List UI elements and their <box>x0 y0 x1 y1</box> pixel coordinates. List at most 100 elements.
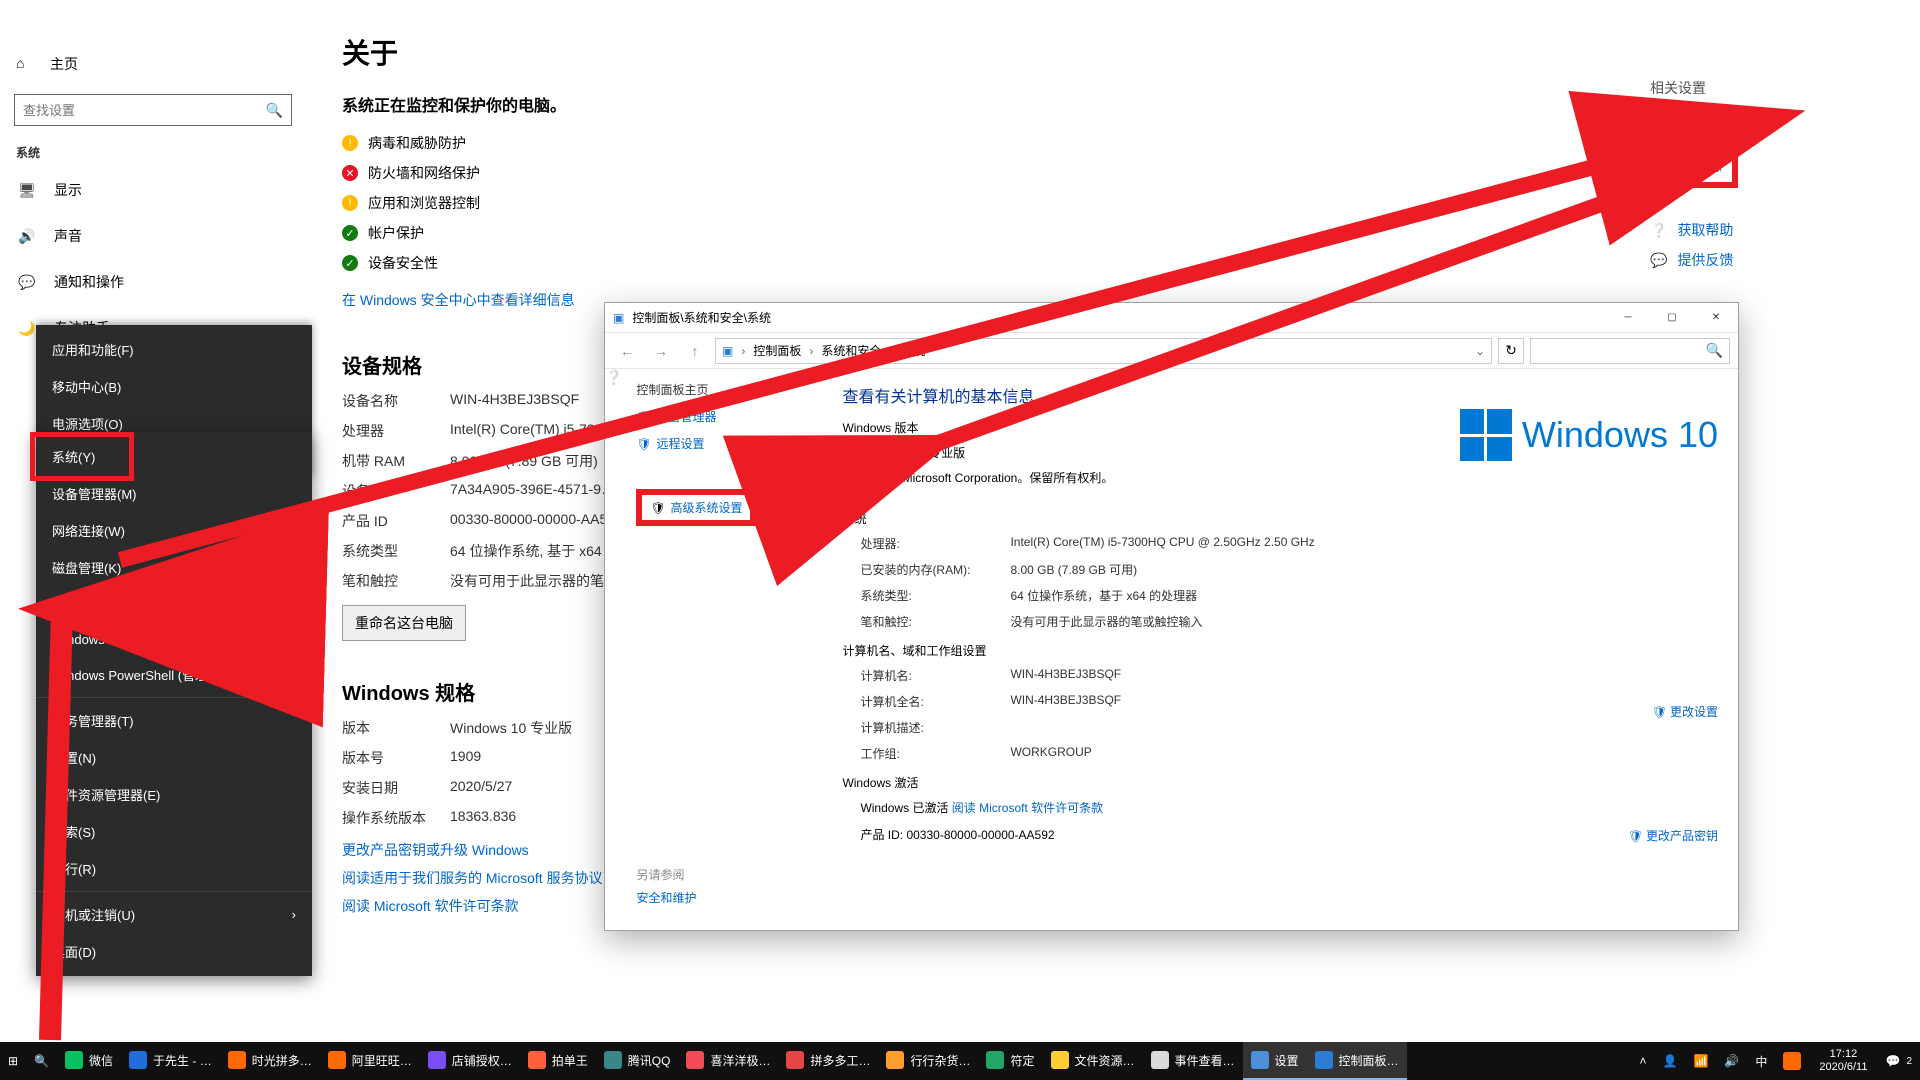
taskbar-app[interactable]: 微信 <box>57 1042 121 1080</box>
rename-pc-button[interactable]: 重命名这台电脑 <box>342 605 466 641</box>
windows-icon: ⊞ <box>8 1054 18 1068</box>
app-icon <box>686 1051 704 1069</box>
taskbar-app[interactable]: 事件查看… <box>1143 1042 1243 1080</box>
change-product-key-link[interactable]: 🛡更改产品密钥 <box>1628 827 1718 844</box>
sound-icon: 🔊 <box>18 227 36 245</box>
app-label: 符定 <box>1010 1052 1034 1069</box>
product-id-key: 产品 ID: <box>860 828 903 842</box>
taskbar-app[interactable]: 喜洋洋极… <box>678 1042 778 1080</box>
taskbar: ⊞ 🔍 微信 于先生 - … 时光拼多… 阿里旺旺… 店铺授权… 拍单王 腾讯QQ 喜洋洋极…… <box>0 1042 1920 1080</box>
app-label: 阿里旺旺… <box>352 1052 412 1069</box>
tray-sogou-icon[interactable] <box>1775 1042 1809 1080</box>
notify-icon: 💬 <box>18 273 36 291</box>
bitlocker-link[interactable]: BitLocker 设置 <box>1650 110 1880 130</box>
taskbar-app[interactable]: 腾讯QQ <box>596 1042 679 1080</box>
chevron-right-icon: › <box>292 907 296 922</box>
taskbar-app[interactable]: 符定 <box>978 1042 1042 1080</box>
license-terms-link[interactable]: 阅读 Microsoft 软件许可条款 <box>952 801 1103 815</box>
app-icon <box>129 1051 147 1069</box>
taskbar-app[interactable]: 拍单王 <box>520 1042 596 1080</box>
security-maintenance-link[interactable]: 安全和维护 <box>636 889 818 906</box>
taskbar-search-button[interactable]: 🔍 <box>26 1042 57 1080</box>
spec-key: 计算机名: <box>860 667 1010 684</box>
app-icon <box>428 1051 446 1069</box>
home-button[interactable]: ⌂ 主页 <box>0 44 322 84</box>
app-label: 于先生 - … <box>153 1052 212 1069</box>
spec-value: WIN-4H3BEJ3BSQF <box>1010 667 1718 684</box>
taskbar-app[interactable]: 文件资源… <box>1043 1042 1143 1080</box>
app-label: 店铺授权… <box>452 1052 512 1069</box>
app-icon <box>328 1051 346 1069</box>
app-icon <box>1151 1051 1169 1069</box>
app-icon <box>1251 1051 1269 1069</box>
taskbar-app[interactable]: 设置 <box>1243 1042 1307 1080</box>
app-label: 文件资源… <box>1075 1052 1135 1069</box>
tray-wifi-icon[interactable]: 📶 <box>1685 1042 1716 1080</box>
display-icon: 🖥 <box>18 181 36 199</box>
tray-people-icon[interactable]: 👤 <box>1654 1042 1685 1080</box>
taskbar-app[interactable]: 于先生 - … <box>121 1042 220 1080</box>
taskbar-clock[interactable]: 17:12 2020/6/11 <box>1809 1048 1877 1073</box>
app-icon <box>786 1051 804 1069</box>
search-icon: 🔍 <box>34 1054 49 1068</box>
home-icon: ⌂ <box>16 55 34 73</box>
spec-value: 没有可用于此显示器的笔或触控输入 <box>1010 613 1718 630</box>
home-label: 主页 <box>50 54 78 74</box>
shield-icon: 🛡 <box>1652 705 1666 719</box>
app-icon <box>228 1051 246 1069</box>
taskbar-app[interactable]: 店铺授权… <box>420 1042 520 1080</box>
app-label: 拼多多工… <box>810 1052 870 1069</box>
settings-search-input[interactable] <box>23 103 257 118</box>
spec-key: 版本 <box>342 718 442 738</box>
activation-status: Windows 已激活 <box>860 801 951 815</box>
related-header: 相关设置 <box>1650 78 1880 98</box>
shield-icon: 🛡 <box>1628 829 1642 843</box>
spec-key: 笔和触控: <box>860 613 1010 630</box>
app-icon <box>886 1051 904 1069</box>
system-tray: ˄ 👤 📶 🔊 中 17:12 2020/6/11 💬 2 <box>1631 1042 1920 1080</box>
activation-header: Windows 激活 <box>842 774 1718 791</box>
notification-badge: 2 <box>1906 1056 1912 1067</box>
computer-name-header: 计算机名、域和工作组设置 <box>842 642 1718 659</box>
spec-value <box>1010 719 1718 736</box>
app-label: 控制面板… <box>1339 1052 1399 1069</box>
spec-value: WIN-4H3BEJ3BSQF <box>1010 693 1718 710</box>
start-button[interactable]: ⊞ <box>0 1042 26 1080</box>
change-settings-link[interactable]: 🛡更改设置 <box>1652 703 1718 720</box>
spec-key: 安装日期 <box>342 778 442 798</box>
app-label: 腾讯QQ <box>628 1052 671 1069</box>
taskbar-app[interactable]: 阿里旺旺… <box>320 1042 420 1080</box>
notification-icon: 💬 <box>1885 1054 1900 1068</box>
spec-key: 计算机全名: <box>860 693 1010 710</box>
app-label: 喜洋洋极… <box>710 1052 770 1069</box>
taskbar-app[interactable]: 时光拼多… <box>220 1042 320 1080</box>
tray-ime-icon[interactable]: 中 <box>1747 1042 1775 1080</box>
annotation-arrow-3 <box>20 580 110 1063</box>
clock-time: 17:12 <box>1819 1048 1867 1061</box>
spec-key: 系统类型: <box>860 587 1010 604</box>
taskbar-app[interactable]: 行行杂货… <box>878 1042 978 1080</box>
annotation-arrow-2 <box>720 170 1720 563</box>
app-label: 微信 <box>89 1052 113 1069</box>
spec-key: 工作组: <box>860 745 1010 762</box>
spec-value: WORKGROUP <box>1010 745 1718 762</box>
spec-key: 操作系统版本 <box>342 808 442 828</box>
spec-key: 版本号 <box>342 748 442 768</box>
app-icon <box>604 1051 622 1069</box>
tray-volume-icon[interactable]: 🔊 <box>1716 1042 1747 1080</box>
page-title: 关于 <box>342 32 1880 72</box>
app-icon <box>1315 1051 1333 1069</box>
app-label: 行行杂货… <box>910 1052 970 1069</box>
clock-date: 2020/6/11 <box>1819 1061 1867 1074</box>
app-label: 设置 <box>1275 1052 1299 1069</box>
taskbar-app[interactable]: 拼多多工… <box>778 1042 878 1080</box>
product-id-value: 00330-80000-00000-AA592 <box>906 828 1054 842</box>
app-label: 事件查看… <box>1175 1052 1235 1069</box>
spec-key: 计算机描述: <box>860 719 1010 736</box>
tray-chevron[interactable]: ˄ <box>1631 1042 1654 1080</box>
search-icon: 🔍 <box>266 102 283 119</box>
taskbar-app[interactable]: 控制面板… <box>1307 1042 1407 1080</box>
app-icon <box>986 1051 1004 1069</box>
notification-center-button[interactable]: 💬 2 <box>1877 1042 1920 1080</box>
app-label: 拍单王 <box>552 1052 588 1069</box>
